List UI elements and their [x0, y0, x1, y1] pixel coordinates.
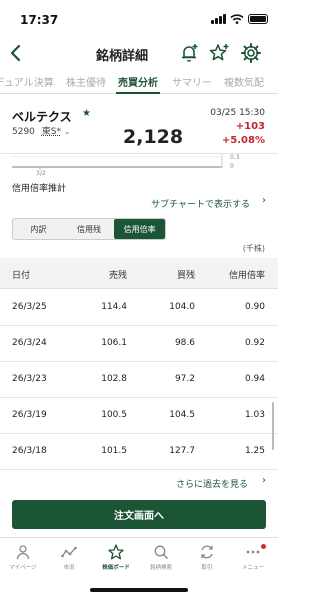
cell-sell: 106.1: [101, 338, 127, 348]
cell-date: 26/3/19: [12, 410, 47, 420]
nav-item-stock-board[interactable]: 株価ボード: [91, 544, 141, 571]
back-chevron-icon[interactable]: [6, 42, 26, 64]
menu-icon: [246, 550, 260, 554]
nav-item-trade[interactable]: 取引: [182, 544, 232, 571]
market-label: 東S*: [41, 127, 61, 137]
chart-x-tick: 3/2: [36, 170, 46, 177]
chart-y-tick-top: 0.3: [230, 154, 240, 161]
header-date: 日付: [12, 271, 31, 281]
cell-buy: 98.6: [174, 338, 195, 348]
table-row: 26/3/24 106.1 98.6 0.92: [0, 326, 278, 362]
favorite-star-icon[interactable]: ★: [82, 108, 91, 119]
search-icon: [154, 545, 169, 560]
cell-ratio: 0.94: [244, 374, 265, 384]
add-favorite-star-icon[interactable]: [208, 42, 230, 64]
cell-buy: 104.0: [169, 302, 195, 312]
battery-icon: [248, 14, 268, 24]
table-header: 日付 売残 買残 信用倍率: [0, 258, 278, 289]
tab-bar: デュアル決算 株主優待 売買分析 サマリー 複数気配: [0, 70, 278, 94]
chevron-down-icon: ⌄: [63, 127, 71, 136]
table-row: 26/3/25 114.4 104.0 0.90: [0, 290, 278, 326]
header-sell: 売残: [108, 271, 127, 281]
wifi-icon: [230, 14, 244, 24]
stock-code-market[interactable]: 5290 東S* ⌄: [12, 124, 71, 137]
price-change-percent: +5.08%: [221, 135, 265, 146]
chart-remnant: 0.3 0 3/2: [0, 154, 278, 180]
see-more-link[interactable]: さらに過去を見る: [176, 477, 248, 490]
cell-ratio: 0.92: [244, 338, 265, 348]
chevron-right-icon[interactable]: ›: [262, 475, 266, 486]
cell-sell: 102.8: [101, 374, 127, 384]
status-time: 17:37: [20, 13, 59, 27]
stock-code: 5290: [12, 127, 35, 137]
cell-sell: 100.5: [101, 410, 127, 420]
header-buy: 買残: [176, 271, 195, 281]
current-price: 2,128: [123, 126, 184, 148]
cell-date: 26/3/23: [12, 374, 47, 384]
section-title: 信用倍率推計: [12, 184, 67, 194]
cell-buy: 127.7: [169, 446, 195, 456]
nav-item-search[interactable]: 銘柄検索: [136, 544, 186, 571]
nav-label: メニュー: [241, 565, 264, 571]
table-row: 26/3/23 102.8 97.2 0.94: [0, 362, 278, 398]
header-ratio: 信用倍率: [228, 271, 265, 281]
nav-item-menu[interactable]: メニュー: [228, 544, 278, 571]
nav-item-mypage[interactable]: マイページ: [0, 544, 48, 571]
scrollbar[interactable]: [272, 402, 274, 450]
nav-label: 市況: [63, 565, 75, 571]
tab-multiple-quotes[interactable]: 複数気配: [224, 74, 264, 89]
add-alert-bell-icon[interactable]: [178, 42, 200, 64]
cell-sell: 101.5: [101, 446, 127, 456]
home-indicator[interactable]: [90, 588, 188, 592]
nav-item-market[interactable]: 市況: [44, 544, 94, 571]
status-bar: 17:37: [0, 0, 278, 40]
nav-label: 取引: [201, 565, 213, 571]
segment-margin-balance[interactable]: 信用残: [64, 219, 115, 239]
segment-control: 内訳 信用残 信用倍率: [12, 218, 166, 240]
cell-sell: 114.4: [101, 302, 127, 312]
settings-gear-icon[interactable]: [240, 42, 262, 64]
table-row: 26/3/19 100.5 104.5 1.03: [0, 398, 278, 434]
page-title: 銘柄詳細: [96, 49, 149, 64]
person-icon: [16, 545, 30, 560]
segment-margin-ratio[interactable]: 信用倍率: [114, 219, 165, 239]
segment-breakdown[interactable]: 内訳: [13, 219, 64, 239]
table-row: 26/3/18 101.5 127.7 1.25: [0, 434, 278, 470]
tab-dual-earnings[interactable]: デュアル決算: [0, 74, 54, 89]
star-icon: [108, 544, 124, 560]
cell-ratio: 0.90: [244, 302, 265, 312]
cell-date: 26/3/18: [12, 446, 47, 456]
chevron-right-icon[interactable]: ›: [262, 195, 266, 206]
market-icon: [61, 546, 77, 558]
subchart-link[interactable]: サブチャートで表示する: [151, 197, 250, 210]
cell-ratio: 1.25: [244, 446, 265, 456]
price-change: +103: [235, 121, 265, 132]
trade-icon: [201, 545, 213, 559]
cell-date: 26/3/25: [12, 302, 47, 312]
cell-buy: 97.2: [174, 374, 195, 384]
tab-summary[interactable]: サマリー: [172, 74, 212, 89]
nav-label: マイページ: [9, 565, 37, 571]
cell-ratio: 1.03: [244, 410, 265, 420]
cell-buy: 104.5: [169, 410, 195, 420]
tab-shareholder-benefits[interactable]: 株主優待: [66, 74, 106, 89]
price-datetime: 03/25 15:30: [210, 108, 265, 118]
order-button[interactable]: 注文画面へ: [12, 500, 266, 529]
tab-trading-analysis[interactable]: 売買分析: [118, 74, 158, 89]
unit-label: (千株): [242, 244, 265, 253]
signal-icon: [211, 14, 226, 24]
cell-date: 26/3/24: [12, 338, 47, 348]
notification-badge: [261, 544, 266, 549]
nav-label: 銘柄検索: [149, 565, 172, 571]
active-tab-indicator: [116, 92, 160, 94]
nav-label: 株価ボード: [102, 565, 130, 571]
status-icons: [211, 14, 268, 24]
stock-name: ベルテクス: [12, 110, 72, 124]
chart-y-tick-zero: 0: [230, 163, 234, 170]
